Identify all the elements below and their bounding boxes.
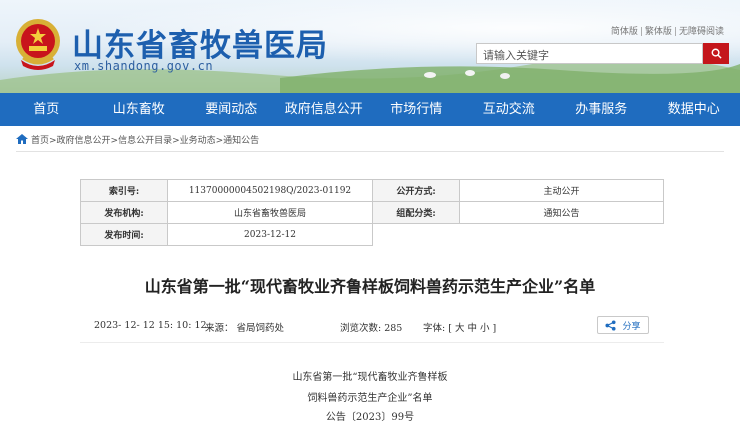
- article-title: 山东省第一批“现代畜牧业齐鲁样板饲料兽药示范生产企业”名单: [144, 277, 596, 296]
- open-mode-label: 公开方式:: [372, 179, 460, 202]
- publisher-label: 发布机构:: [80, 201, 168, 224]
- breadcrumb: 首页>政府信息公开>信息公开目录>业务动态>通知公告: [16, 130, 724, 148]
- search-button[interactable]: [703, 43, 729, 64]
- nav-item-services[interactable]: 办事服务: [555, 93, 648, 126]
- nav-item-shandong-husbandry[interactable]: 山东畜牧: [93, 93, 186, 126]
- body-line: 饲料兽药示范生产企业”名单: [307, 393, 433, 404]
- nav-item-home[interactable]: 首页: [0, 93, 93, 126]
- publisher-value: 山东省畜牧兽医局: [167, 201, 373, 224]
- accessibility-link[interactable]: 无障碍阅读: [679, 27, 724, 37]
- empty-cell: [460, 224, 664, 246]
- site-url: xm.shandong.gov.cn: [74, 59, 214, 73]
- nav-item-gov-info[interactable]: 政府信息公开: [278, 93, 371, 126]
- article-source: 来源： 省局饲药处: [205, 323, 285, 334]
- meta-divider: [80, 342, 664, 343]
- index-label: 索引号:: [80, 179, 168, 202]
- publish-datetime: 2023- 12- 12 15: 10: 12: [94, 320, 207, 331]
- nav-item-news[interactable]: 要闻动态: [185, 93, 278, 126]
- header-banner: 山东省畜牧兽医局 xm.shandong.gov.cn 简体版 | 繁体版 | 无障碍阅…: [0, 0, 740, 93]
- body-line: 山东省第一批“现代畜牧业齐鲁样板: [292, 372, 448, 383]
- category-value: 通知公告: [459, 201, 664, 224]
- share-button[interactable]: 分享: [597, 316, 649, 334]
- breadcrumb-divider: [16, 151, 724, 152]
- share-label: 分享: [622, 321, 641, 332]
- date-label: 发布时间:: [80, 223, 168, 246]
- traditional-link[interactable]: 繁体版: [645, 27, 672, 37]
- body-line: 公告〔2023〕99号: [325, 412, 415, 423]
- national-emblem-icon: [16, 19, 60, 70]
- search-input[interactable]: 请输入关键字: [476, 43, 703, 64]
- search-icon: [711, 48, 722, 59]
- breadcrumb-path[interactable]: 首页>政府信息公开>信息公开目录>业务动态>通知公告: [31, 133, 259, 146]
- open-mode-value: 主动公开: [459, 179, 664, 202]
- empty-cell: [373, 224, 460, 246]
- nav-item-data-center[interactable]: 数据中心: [648, 93, 740, 126]
- category-label: 组配分类:: [372, 201, 460, 224]
- share-icon: [605, 319, 617, 331]
- version-links: 简体版 | 繁体版 | 无障碍阅读: [610, 27, 724, 37]
- date-value: 2023-12-12: [167, 223, 373, 246]
- font-size-switch[interactable]: 字体: [ 大 中 小 ]: [423, 320, 496, 334]
- nav-item-market[interactable]: 市场行情: [370, 93, 463, 126]
- simplified-link[interactable]: 简体版: [611, 27, 638, 37]
- home-icon: [16, 134, 28, 144]
- index-value: 11370000004502198Q/2023-01192: [167, 179, 373, 202]
- view-count: 浏览次数: 285: [340, 323, 403, 334]
- nav-item-interaction[interactable]: 互动交流: [463, 93, 556, 126]
- document-info-table: 索引号: 11370000004502198Q/2023-01192 公开方式:…: [80, 179, 664, 246]
- main-nav: 首页 山东畜牧 要闻动态 政府信息公开 市场行情 互动交流 办事服务 数据中心: [0, 93, 740, 126]
